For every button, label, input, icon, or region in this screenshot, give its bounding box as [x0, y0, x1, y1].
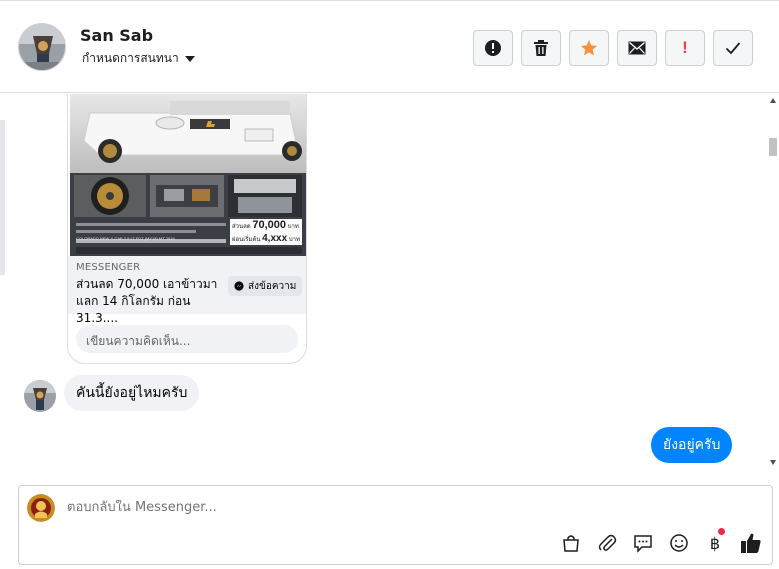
post-title[interactable]: ส่วนลด 70,000 เอาข้าวมา แลก 14 กิโลกรัม … [76, 276, 226, 327]
installment-value: 4,xxx [262, 233, 288, 244]
envelope-icon [628, 41, 646, 55]
message-thread[interactable]: ส่วนลด 70,000 บาท ผ่อนเริ่มต้น 4,xxx บาท… [0, 94, 779, 474]
header-actions: ! [473, 30, 753, 66]
send-message-label: ส่งข้อความ [248, 280, 297, 292]
scroll-up-arrow-icon[interactable] [770, 98, 776, 103]
installment-unit: บาท [288, 237, 300, 243]
installment-label: ผ่อนเริ่มต้น [232, 237, 261, 243]
delete-button[interactable] [521, 30, 561, 66]
model-line: COLORADO NEW X-CAB 2.5 LT FDT (MY18) MT … [76, 236, 175, 241]
post-image[interactable]: ส่วนลด 70,000 บาท ผ่อนเริ่มต้น 4,xxx บาท… [70, 94, 306, 256]
notification-dot [718, 528, 725, 535]
attach-button[interactable] [595, 531, 619, 555]
contact-name[interactable]: San Sab [80, 26, 153, 45]
outgoing-message[interactable]: ยังอยู่ครับ [651, 427, 733, 463]
price-box: ส่วนลด 70,000 บาท ผ่อนเริ่มต้น 4,xxx บาท [230, 215, 302, 245]
header-topline [0, 0, 779, 4]
conversation-header: San Sab กำหนดการสนทนา ! [0, 0, 779, 93]
mark-unread-button[interactable] [617, 30, 657, 66]
composer-tools: ฿ [559, 528, 763, 555]
caret-down-icon [184, 55, 195, 62]
send-message-button[interactable]: ส่งข้อความ [228, 276, 303, 296]
left-rail [0, 120, 5, 275]
smiley-icon [670, 534, 688, 552]
scroll-down-arrow-icon[interactable] [770, 460, 776, 465]
contact-avatar[interactable] [18, 23, 66, 71]
star-icon [581, 40, 597, 56]
emoji-button[interactable] [667, 531, 691, 555]
incoming-message[interactable]: คันนี้ยังอยู่ไหมครับ [64, 375, 200, 411]
star-button[interactable] [569, 30, 609, 66]
sender-avatar[interactable] [24, 380, 56, 412]
paperclip-icon [598, 534, 617, 551]
thread-scrollbar[interactable] [767, 94, 779, 470]
mark-done-button[interactable] [713, 30, 753, 66]
messenger-icon [234, 281, 244, 291]
shopping-bag-icon [563, 535, 579, 552]
post-source: MESSENGER [76, 262, 141, 273]
baht-icon: ฿ [709, 533, 721, 553]
payment-button[interactable]: ฿ [703, 528, 727, 555]
exclamation-icon: ! [682, 38, 688, 57]
conversation-settings-dropdown[interactable]: กำหนดการสนทนา [82, 49, 195, 68]
trash-icon [534, 40, 548, 56]
reply-composer: ฿ [18, 485, 773, 565]
thumbs-up-icon [741, 533, 761, 553]
price-small-label: ส่วนลด [232, 224, 251, 230]
comment-input[interactable]: เขียนความคิดเห็น... [76, 325, 298, 353]
post-meta[interactable]: MESSENGER ส่วนลด 70,000 เอาข้าวมา แลก 14… [68, 256, 306, 325]
reply-input[interactable] [67, 500, 567, 515]
page-avatar [27, 494, 55, 522]
report-button[interactable] [473, 30, 513, 66]
check-icon [725, 42, 741, 55]
shopping-bag-button[interactable] [559, 531, 583, 555]
shared-post-card[interactable]: ส่วนลด 70,000 บาท ผ่อนเริ่มต้น 4,xxx บาท… [67, 94, 307, 364]
price-value: 70,000 [252, 219, 287, 231]
mark-spam-button[interactable]: ! [665, 30, 705, 66]
conversation-settings-label: กำหนดการสนทนา [82, 51, 179, 65]
like-button[interactable] [739, 531, 763, 555]
saved-replies-button[interactable] [631, 531, 655, 555]
alert-circle-icon [485, 40, 501, 56]
price-unit: บาท [287, 224, 299, 230]
speech-bubble-icon [634, 535, 652, 553]
scroll-thumb[interactable] [769, 138, 777, 156]
